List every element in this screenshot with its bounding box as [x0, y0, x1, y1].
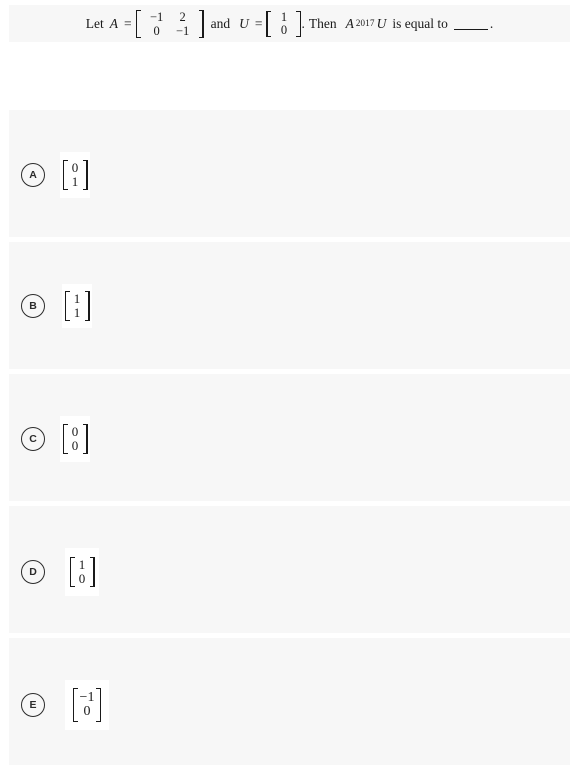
option-e-vector: −1 0 [72, 688, 102, 722]
power-exponent: 2017 [355, 18, 375, 28]
option-a-matrix-box: 0 1 [60, 152, 90, 198]
matrix-a-row-1: −1 2 [144, 10, 196, 24]
option-d-cell-1: 0 [78, 571, 86, 586]
option-letter-c[interactable]: C [21, 427, 45, 451]
option-letter-e[interactable]: E [21, 693, 45, 717]
question-prefix: Let [85, 15, 104, 31]
matrix-a-row-2: 0 −1 [144, 24, 196, 38]
option-row-d[interactable]: D 1 0 [9, 506, 570, 633]
matrix-a-cell-0-1: 2 [179, 9, 186, 24]
option-b-cell-0: 1 [73, 291, 81, 306]
option-d-vector: 1 0 [69, 557, 95, 587]
matrix-a-cell-1-1: −1 [175, 23, 190, 38]
equals-sign-1: = [123, 15, 132, 31]
option-letter-b[interactable]: B [21, 294, 45, 318]
option-a-cell-0: 0 [71, 160, 79, 175]
question-tail-text: is equal to [392, 15, 448, 31]
option-e-cell-0: −1 [79, 690, 95, 705]
option-c-vector: 0 0 [62, 424, 88, 454]
option-b-cell-1: 1 [73, 305, 81, 320]
option-row-b[interactable]: B 1 1 [9, 242, 570, 369]
option-letter-d[interactable]: D [21, 560, 45, 584]
option-row-c[interactable]: C 0 0 [9, 374, 570, 501]
matrix-a-label: A [109, 15, 118, 31]
power-expression-vector: U [376, 15, 387, 31]
vector-u-row-1: 1 [274, 9, 293, 24]
then-word: Then [308, 15, 337, 31]
option-letter-a[interactable]: A [21, 163, 45, 187]
vector-u: 1 0 [266, 9, 302, 37]
option-a-cell-1: 1 [71, 174, 79, 189]
equals-sign-2: = [254, 15, 263, 31]
matrix-a: −1 2 0 −1 [135, 9, 204, 38]
question-statement: Let A = −1 2 0 −1 and U = 1 0 . Then A 2… [85, 9, 494, 38]
option-c-matrix-box: 0 0 [60, 416, 90, 462]
matrix-a-cell-0-0: −1 [149, 9, 164, 24]
answer-blank [453, 18, 488, 30]
option-e-cell-1: 0 [83, 704, 91, 719]
option-c-cell-1: 0 [71, 438, 79, 453]
vector-u-row-2: 0 [274, 22, 293, 37]
option-a-vector: 0 1 [62, 160, 88, 190]
matrix-a-cell-1-0: 0 [153, 23, 160, 38]
question-page: Let A = −1 2 0 −1 and U = 1 0 . Then A 2… [0, 0, 579, 765]
option-d-matrix-box: 1 0 [65, 548, 99, 596]
option-e-matrix-box: −1 0 [65, 680, 109, 730]
vector-u-label: U [239, 15, 249, 31]
option-row-a[interactable]: A 0 1 [9, 110, 570, 237]
conjunction-and: and [210, 15, 231, 31]
vector-u-cell-0: 1 [280, 9, 288, 24]
option-c-cell-0: 0 [71, 424, 79, 439]
option-b-vector: 1 1 [64, 291, 90, 321]
option-d-cell-0: 1 [78, 557, 86, 572]
question-header-bar: Let A = −1 2 0 −1 and U = 1 0 . Then A 2… [9, 5, 570, 42]
answer-options-list: A 0 1 B 1 1 C 0 0 D 1 0 E −1 0 [9, 110, 570, 770]
option-row-e[interactable]: E −1 0 [9, 638, 570, 765]
final-period: . [489, 15, 494, 31]
vector-u-cell-1: 0 [280, 22, 288, 37]
power-expression-base: A [345, 15, 354, 31]
option-b-matrix-box: 1 1 [62, 284, 92, 328]
period-after-u: . [301, 15, 305, 31]
